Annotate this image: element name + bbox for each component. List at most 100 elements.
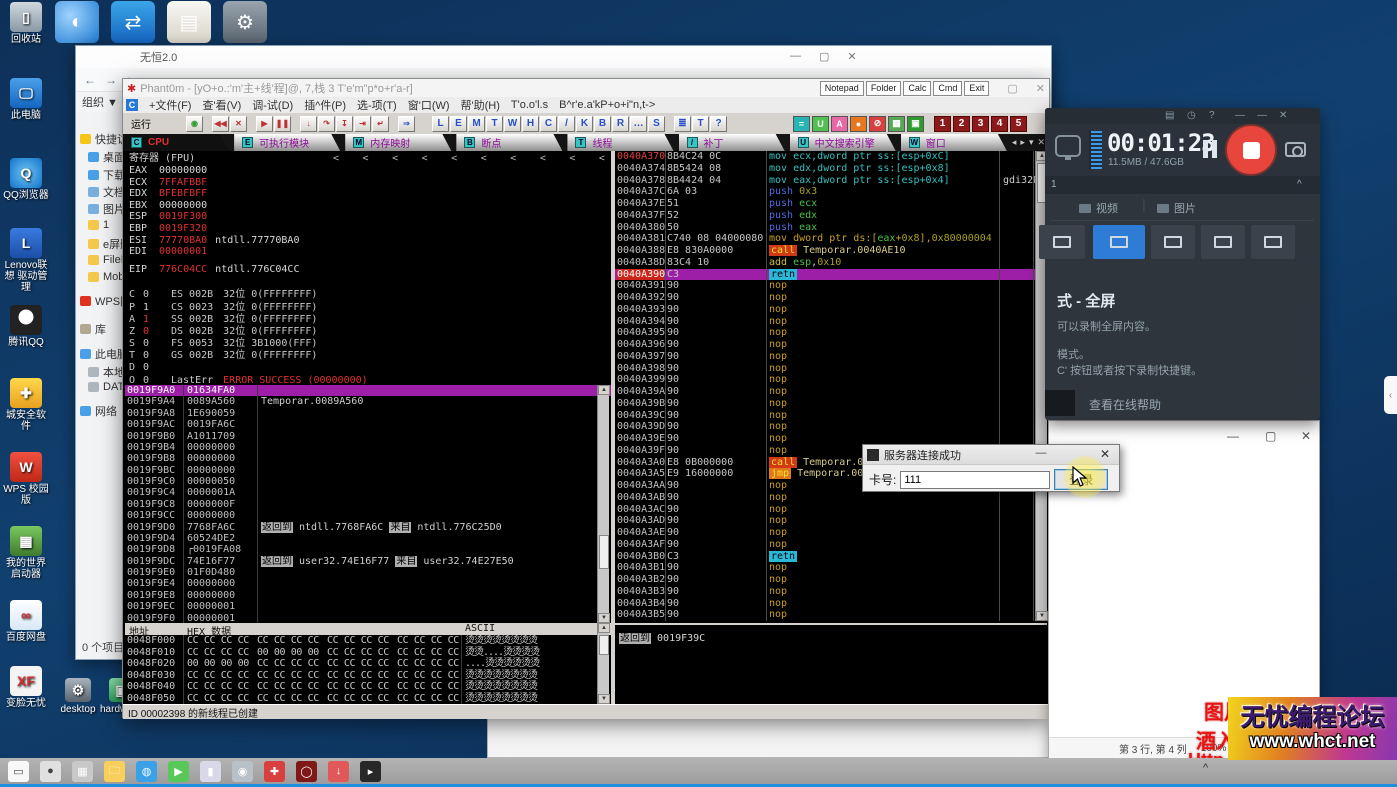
explorer-nav-网络[interactable]: 网络 <box>80 403 117 419</box>
goto-icon[interactable]: ⇒ <box>398 116 415 132</box>
stack-row[interactable]: 0019F9E001F0D480 <box>125 567 611 578</box>
explorer-nav-图片[interactable]: 图片 <box>88 201 125 217</box>
menu-item[interactable]: +文件(F) <box>149 97 191 113</box>
stack-row[interactable]: 0019F9D07768FA6C返回到 ntdll.7768FA6C 来自 nt… <box>125 522 611 533</box>
pause-icon[interactable]: ❚❚ <box>274 116 291 132</box>
titlebar-button-calc[interactable]: Calc <box>903 81 931 96</box>
bank-arrow-icon[interactable]: < <box>363 152 369 165</box>
titlebar-button-notepad[interactable]: Notepad <box>820 81 864 96</box>
dump-row[interactable]: 0048F010CC CC CC CC00 00 00 00CC CC CC C… <box>125 647 611 659</box>
toolbar-letter-B[interactable]: B <box>594 116 611 132</box>
toolbar-letter-…[interactable]: … <box>630 116 647 132</box>
menu-item[interactable]: 帮'助(H) <box>461 97 500 113</box>
stack-scrollbar[interactable]: ▲▼ <box>597 385 609 623</box>
explorer-nav-此电脑[interactable]: 此电脑 <box>80 346 128 362</box>
desktop-button-2[interactable]: 2 <box>953 116 970 132</box>
menu-item[interactable]: 选-项(T) <box>357 97 397 113</box>
stack-row[interactable]: 0019F9F000000001 <box>125 613 611 624</box>
disasm-row[interactable]: 0040A39E90nop <box>615 433 1047 445</box>
explorer-nav-1[interactable]: 1 <box>88 219 109 231</box>
dump-row[interactable]: 0048F040CC CC CC CCCC CC CC CCCC CC CC C… <box>125 681 611 693</box>
stack-panel[interactable]: 0019F9A001634FA00019F9A40089A560Temporar… <box>125 385 611 623</box>
toolbar-letter-T[interactable]: T <box>486 116 503 132</box>
sphere-icon[interactable]: ◉ <box>232 761 253 782</box>
stack-row[interactable]: 0019F9D8┌0019FA08 <box>125 544 611 555</box>
disasm-row[interactable]: 0040A3788B4424 04mov eax,dword ptr ss:[e… <box>615 175 1047 187</box>
dump-row[interactable]: 0048F02000 00 00 00CC CC CC CCCC CC CC C… <box>125 658 611 670</box>
disasm-row[interactable]: 0040A39190nop <box>615 280 1047 292</box>
desktop-icon-1[interactable]: ▯回收站 <box>2 2 50 45</box>
disasm-row[interactable]: 0040A39290nop <box>615 292 1047 304</box>
menu-item[interactable]: T'o.o'l.s <box>511 99 548 111</box>
desktop-icon-2[interactable]: 🖵此电脑 <box>2 78 50 121</box>
menu-item[interactable]: 插^件(P) <box>304 97 346 113</box>
opera-icon[interactable]: ◯ <box>296 761 317 782</box>
tab-中文搜索引擎[interactable]: U中文搜索引擎 <box>790 134 896 151</box>
registers-panel[interactable]: 寄存器 (FPU)<<<<<<<<<<EAX00000000ECX7FFAFBB… <box>125 151 611 385</box>
toolbar-letter-L[interactable]: L <box>432 116 449 132</box>
downloader-icon[interactable]: ↓ <box>328 761 349 782</box>
disasm-row[interactable]: 0040A3708B4C24 0Cmov ecx,dword ptr ss:[e… <box>615 151 1047 163</box>
stack-row[interactable]: 0019F9A40089A560Temporar.0089A560 <box>125 396 611 407</box>
menu-item[interactable]: 调-试(D) <box>252 97 293 113</box>
disasm-row[interactable]: 0040A37C6A 03push 0x3 <box>615 186 1047 198</box>
step-over-icon[interactable]: ↷ <box>318 116 335 132</box>
pause-button[interactable] <box>1203 140 1219 158</box>
desktop-icon-8[interactable]: ▦我的世界启动器 <box>2 526 50 580</box>
disasm-row[interactable]: 0040A388E8 830A0000call Temporar.0040AE1… <box>615 245 1047 257</box>
collapse-chevron[interactable]: ^ <box>1297 179 1302 190</box>
titlebar-button-exit[interactable]: Exit <box>964 81 989 96</box>
bag-icon[interactable]: ▮ <box>200 761 221 782</box>
rewind-icon[interactable]: ◀◀ <box>212 116 229 132</box>
desktop-button-1[interactable]: 1 <box>934 116 951 132</box>
menu-item[interactable]: 查'看(V) <box>202 97 241 113</box>
maximize-icon[interactable]: ▢ <box>1265 429 1276 443</box>
plugin-no-icon[interactable]: ⊘ <box>869 116 886 132</box>
toolbar-letter-R[interactable]: R <box>612 116 629 132</box>
desktop-button-4[interactable]: 4 <box>991 116 1008 132</box>
stack-row[interactable]: 0019F9B800000000 <box>125 453 611 464</box>
webcam-icon[interactable] <box>1055 135 1081 157</box>
tray-chevron-icon[interactable]: ^ <box>1203 762 1208 774</box>
console-icon[interactable]: ▸ <box>360 761 381 782</box>
stop-record-button[interactable] <box>1225 124 1277 176</box>
gear-icon[interactable]: ⚙ <box>223 1 267 43</box>
tab-nav-glyph[interactable]: ✕ <box>1037 137 1045 148</box>
bank-arrow-icon[interactable]: < <box>569 152 575 165</box>
disasm-row[interactable]: 0040A39490nop <box>615 316 1047 328</box>
close-icon[interactable]: ✕ <box>1301 429 1311 443</box>
desktop-icon-3[interactable]: QQQ浏览器 <box>2 158 50 201</box>
dump-row[interactable]: 0048F050CC CC CC CCCC CC CC CCCC CC CC C… <box>125 693 611 705</box>
disasm-row[interactable]: 0040A38050push eax <box>615 222 1047 234</box>
stack-row[interactable]: 0019F9D460524DE2 <box>125 533 611 544</box>
disasm-row[interactable]: 0040A3AD90nop <box>615 515 1047 527</box>
stack-row[interactable]: 0019F9AC0019FA6C <box>125 419 611 430</box>
trace-into-icon[interactable]: ↧ <box>336 116 353 132</box>
bank-arrow-icon[interactable]: < <box>540 152 546 165</box>
desktop-button-5[interactable]: 5 <box>1010 116 1027 132</box>
titlebar-button-folder[interactable]: Folder <box>866 81 902 96</box>
disasm-row[interactable]: 0040A3748B5424 08mov edx,dword ptr ss:[e… <box>615 163 1047 175</box>
tab-补丁[interactable]: /补丁 <box>679 134 785 151</box>
close-icon[interactable]: ✕ <box>847 50 856 63</box>
stack-row[interactable]: 0019F9BC00000000 <box>125 465 611 476</box>
toolbar-letter-S[interactable]: S <box>648 116 665 132</box>
disasm-row[interactable]: 0040A390C3retn <box>615 269 1047 281</box>
toolbar-letter-H[interactable]: H <box>522 116 539 132</box>
memory-dump-panel[interactable]: 地址HEX 数据ASCII0048F000CC CC CC CCCC CC CC… <box>125 623 611 704</box>
minimize-icon[interactable]: — <box>1031 447 1051 459</box>
draw-mode-icon[interactable] <box>1039 225 1085 259</box>
dump-row[interactable]: 0048F000CC CC CC CCCC CC CC CCCC CC CC C… <box>125 635 611 647</box>
explorer-nav-库[interactable]: 库 <box>80 321 106 337</box>
disasm-row[interactable]: 0040A381C740 08 04000080mov dword ptr ds… <box>615 233 1047 245</box>
stack-row[interactable]: 0019F9A001634FA0 <box>125 385 611 396</box>
online-help-link[interactable]: 查看在线帮助 <box>1089 396 1161 413</box>
disassembly-panel[interactable]: 0040A3708B4C24 0Cmov ecx,dword ptr ss:[e… <box>615 151 1047 621</box>
swap-arrows-icon[interactable]: ⇄ <box>111 1 155 43</box>
browser-icon[interactable]: ◍ <box>136 761 157 782</box>
desktop-icon-4[interactable]: LLenovo联想 驱动管理 <box>2 228 50 293</box>
disasm-row[interactable]: 0040A39790nop <box>615 351 1047 363</box>
tab-nav-glyph[interactable]: ▸ <box>1020 137 1025 148</box>
explorer-nav-桌面[interactable]: 桌面 <box>88 149 125 165</box>
disasm-row[interactable]: 0040A39890nop <box>615 363 1047 375</box>
